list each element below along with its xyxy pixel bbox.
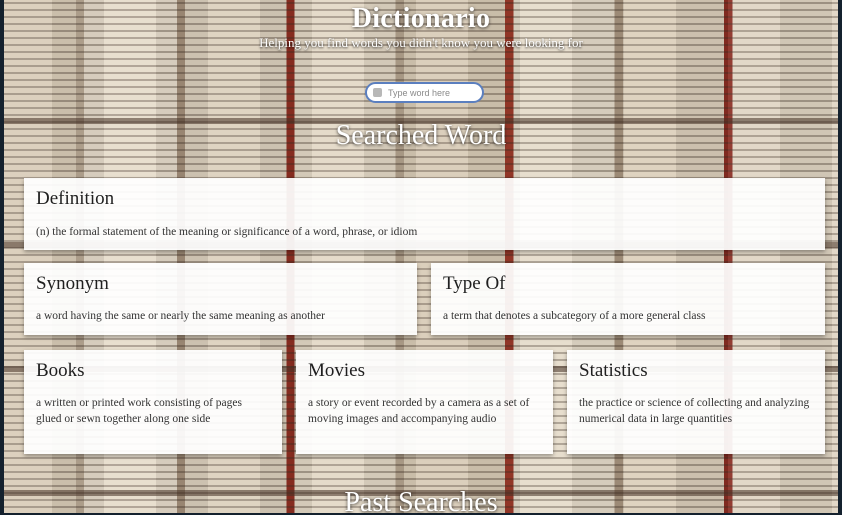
search-icon <box>373 88 382 97</box>
statistics-card: Statistics the practice or science of co… <box>567 350 825 454</box>
type-of-card-text: a term that denotes a subcategory of a m… <box>443 310 706 322</box>
app-subtitle: Helping you find words you didn't know y… <box>259 35 583 50</box>
statistics-card-text: the practice or science of collecting an… <box>579 397 810 425</box>
searched-word-heading: Searched Word <box>335 120 507 151</box>
app-title: Dictionario <box>351 3 491 34</box>
movies-card-title: Movies <box>308 360 365 381</box>
past-searches-heading: Past Searches <box>344 487 498 515</box>
movies-card-text: a story or event recorded by a camera as… <box>308 397 530 425</box>
definition-card-text: (n) the formal statement of the meaning … <box>36 226 418 238</box>
books-card-title: Books <box>36 360 85 381</box>
search-input[interactable] <box>388 87 478 98</box>
type-of-card: Type Of a term that denotes a subcategor… <box>431 263 825 335</box>
window-edge-left <box>0 0 4 515</box>
search-box[interactable] <box>365 82 484 103</box>
statistics-card-title: Statistics <box>579 360 648 381</box>
synonym-card: Synonym a word having the same or nearly… <box>24 263 417 335</box>
synonym-card-title: Synonym <box>36 273 109 294</box>
definition-card: Definition (n) the formal statement of t… <box>24 178 825 250</box>
books-card-text: a written or printed work consisting of … <box>36 397 242 425</box>
movies-card: Movies a story or event recorded by a ca… <box>296 350 553 454</box>
window-edge-right <box>838 0 842 515</box>
definition-card-title: Definition <box>36 188 115 209</box>
books-card: Books a written or printed work consisti… <box>24 350 282 454</box>
synonym-card-text: a word having the same or nearly the sam… <box>36 310 325 322</box>
type-of-card-title: Type Of <box>443 273 506 294</box>
